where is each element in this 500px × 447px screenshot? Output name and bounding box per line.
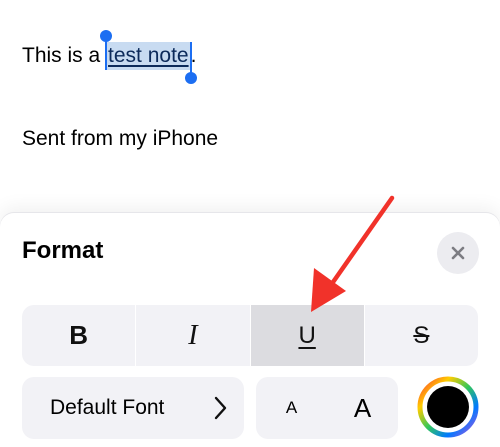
- selected-text[interactable]: test note: [100, 30, 197, 84]
- font-size-control: A A: [256, 377, 398, 439]
- decrease-font-size-button[interactable]: A: [256, 377, 327, 439]
- selected-text-label: test note: [108, 44, 189, 67]
- default-font-button[interactable]: Default Font: [22, 377, 244, 439]
- strikethrough-button[interactable]: S: [365, 305, 478, 366]
- note-line-1[interactable]: This is a test note.: [22, 30, 482, 84]
- italic-button[interactable]: I: [136, 305, 251, 366]
- chevron-right-icon: [214, 396, 227, 420]
- format-panel: Format B I U S Default Font A A: [0, 213, 500, 447]
- note-text-prefix: This is a: [22, 44, 107, 67]
- note-body[interactable]: This is a test note. Sent from my iPhone: [22, 30, 482, 157]
- note-line-2[interactable]: Sent from my iPhone: [22, 121, 482, 157]
- text-style-segmented-control: B I U S: [22, 305, 478, 366]
- default-font-label: Default Font: [50, 396, 165, 419]
- current-color-swatch: [427, 386, 469, 428]
- close-x-icon: [451, 246, 465, 260]
- selection-end-handle[interactable]: [184, 42, 197, 84]
- bold-button[interactable]: B: [22, 305, 137, 366]
- close-button[interactable]: [437, 232, 479, 274]
- underline-button[interactable]: U: [250, 305, 365, 366]
- selection-start-handle[interactable]: [100, 30, 113, 70]
- format-panel-title: Format: [22, 237, 104, 264]
- increase-font-size-button[interactable]: A: [327, 377, 398, 439]
- color-picker-button[interactable]: [417, 376, 479, 438]
